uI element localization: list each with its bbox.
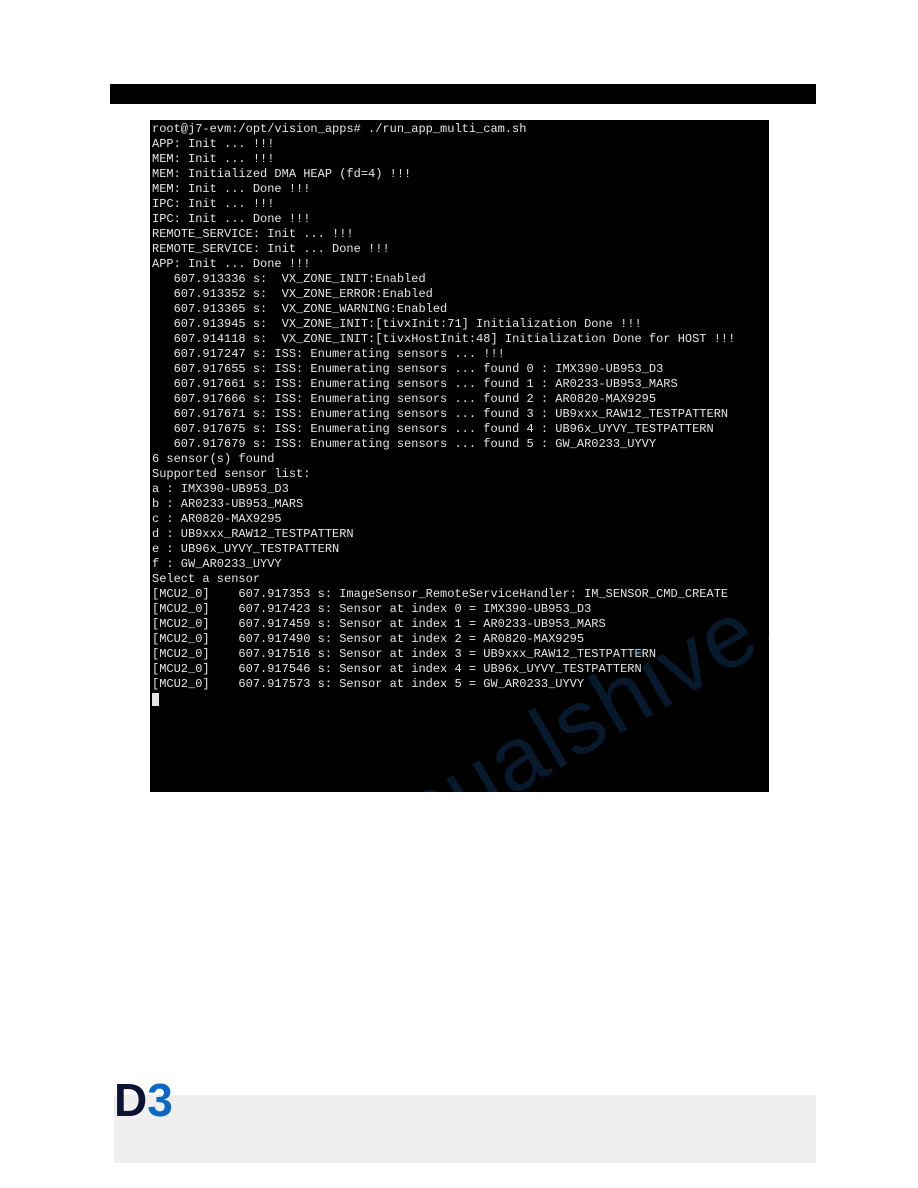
page: root@j7-evm:/opt/vision_apps# ./run_app_… [0,0,918,1188]
logo-letter-d: D [114,1074,147,1126]
header-black-bar [110,84,816,104]
terminal-cursor [152,693,159,706]
footer-bar [114,1095,816,1163]
logo-number-3: 3 [147,1074,173,1126]
terminal-screenshot: root@j7-evm:/opt/vision_apps# ./run_app_… [150,120,769,792]
d3-logo: D3 [114,1077,173,1123]
terminal-output: root@j7-evm:/opt/vision_apps# ./run_app_… [150,120,769,709]
